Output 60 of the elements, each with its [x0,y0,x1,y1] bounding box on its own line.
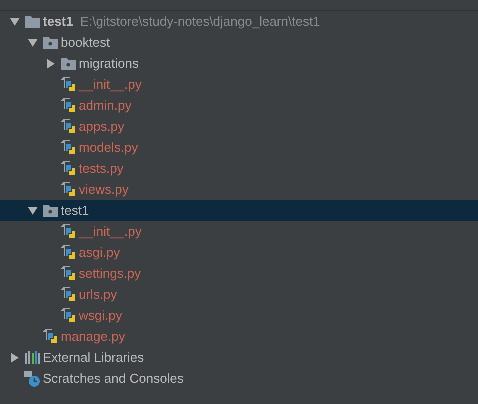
tree-row[interactable]: settings.py [0,263,478,284]
collapse-arrow-icon[interactable] [11,352,19,362]
python-file-icon [61,308,75,324]
tree-row[interactable]: manage.py [0,326,478,347]
tree-row[interactable]: test1 [0,200,478,221]
node-label: views.py [79,182,129,197]
python-file-icon [61,224,75,240]
node-label: settings.py [79,266,142,281]
node-label: wsgi.py [79,308,122,323]
python-file-icon [43,328,57,344]
tree-row[interactable]: __init__.py [0,74,478,95]
tree-row[interactable]: test1 E:\gitstore\study-notes\django_learn\test1 [0,11,478,32]
python-file-icon [61,140,75,156]
node-label: models.py [79,140,138,155]
tree-row[interactable]: migrations [0,53,478,74]
tree-row[interactable]: apps.py [0,116,478,137]
package-folder-icon [60,58,76,70]
node-label: migrations [79,56,139,71]
node-label: asgi.py [79,245,120,260]
folder-icon [24,16,40,28]
node-label: admin.py [79,98,132,113]
tree-row[interactable]: urls.py [0,284,478,305]
tree-row[interactable]: __init__.py [0,221,478,242]
libraries-icon [24,351,40,364]
collapse-arrow-icon[interactable] [47,58,55,68]
tree-row[interactable]: Scratches and Consoles [0,368,478,389]
node-label: apps.py [79,119,125,134]
package-folder-icon [42,36,58,48]
python-file-icon [61,182,75,198]
tree-row[interactable]: views.py [0,179,478,200]
node-label: booktest [61,35,110,50]
tree-row[interactable]: tests.py [0,158,478,179]
python-file-icon [61,76,75,92]
project-path: E:\gitstore\study-notes\django_learn\test1 [80,14,320,29]
expand-arrow-icon[interactable] [28,38,38,46]
node-label: manage.py [61,329,126,344]
python-file-icon [61,118,75,134]
node-label: __init__.py [79,224,142,239]
tree-row[interactable]: admin.py [0,95,478,116]
python-file-icon [61,244,75,260]
tree-row[interactable]: External Libraries [0,347,478,368]
package-folder-icon [42,204,58,216]
node-label: __init__.py [79,77,142,92]
python-file-icon [61,286,75,302]
python-file-icon [61,266,75,282]
python-file-icon [61,98,75,114]
node-label: test1 [61,203,90,218]
expand-arrow-icon[interactable] [28,206,38,214]
python-file-icon [61,160,75,176]
tree-row[interactable]: wsgi.py [0,305,478,326]
node-label: External Libraries [43,350,144,365]
tree-row[interactable]: booktest [0,32,478,53]
node-label: urls.py [79,287,118,302]
tree-row[interactable]: models.py [0,137,478,158]
expand-arrow-icon[interactable] [10,18,20,26]
node-label: tests.py [79,161,124,176]
node-label: test1 [43,14,74,29]
tree-row[interactable]: asgi.py [0,242,478,263]
node-label: Scratches and Consoles [43,371,184,386]
scratch-clock-icon [24,370,40,386]
